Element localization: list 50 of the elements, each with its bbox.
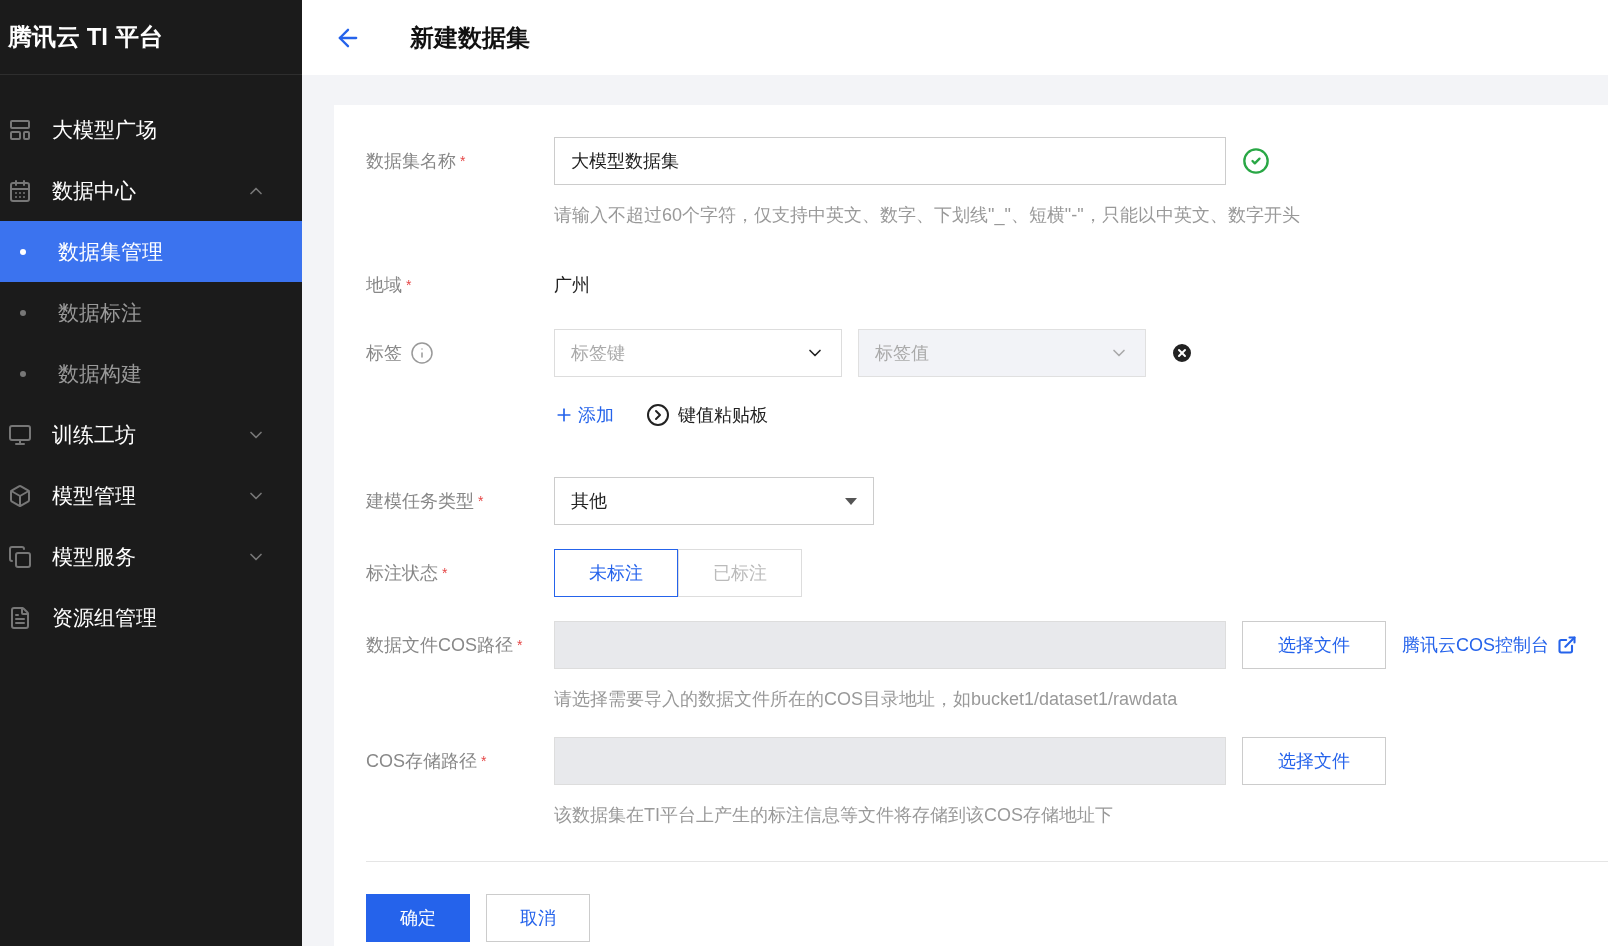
document-icon [8,605,32,630]
remove-icon[interactable] [1170,341,1194,365]
confirm-button[interactable]: 确定 [366,894,470,942]
page-title: 新建数据集 [410,22,530,53]
nav-subitem[interactable]: 数据标注 [0,282,302,343]
hint-text: 请选择需要导入的数据文件所在的COS目录地址，如bucket1/dataset1/rawdata [554,688,1179,711]
field-label: 数据集名称 [366,150,456,173]
info-icon[interactable] [410,341,434,365]
chevron-circle-icon [646,403,670,427]
nav-subitem[interactable]: 数据构建 [0,343,302,404]
clipboard-button[interactable]: 键值粘贴板 [646,401,768,429]
field-label: 建模任务类型 [366,490,474,513]
field-label: 地域 [366,274,402,297]
monitor-icon [8,422,32,447]
copy-icon [8,544,32,569]
required-mark: * [406,276,412,295]
name-input[interactable]: 大模型数据集 [554,137,1226,185]
calendar-icon [8,178,32,203]
external-link-icon [1557,635,1577,655]
field-label: 标注状态 [366,562,438,585]
status-toggle[interactable]: 未标注 [554,549,678,597]
region-value: 广州 [554,274,590,297]
layout-icon [8,117,32,142]
path-input[interactable] [554,621,1226,669]
path-input[interactable] [554,737,1226,785]
hint-text: 请输入不超过60个字符，仅支持中英文、数字、下划线"_"、短横"-"，只能以中英文、数字开头 [554,204,1300,228]
cube-icon [8,483,32,508]
nav-item[interactable]: 数据中心 [0,160,302,221]
cos-console-link[interactable]: 腾讯云COS控制台 [1402,631,1577,659]
required-mark: * [517,636,523,655]
nav-subitem[interactable]: 数据集管理 [0,221,302,282]
field-label: COS存储路径 [366,750,477,773]
nav-item[interactable]: 资源组管理 [0,587,302,648]
field-label: 数据文件COS路径 [366,634,513,657]
cancel-button[interactable]: 取消 [486,894,590,942]
choose-file-button[interactable]: 选择文件 [1242,621,1386,669]
nav-item[interactable]: 模型管理 [0,465,302,526]
nav-item[interactable]: 模型服务 [0,526,302,587]
nav-item[interactable]: 大模型广场 [0,99,302,160]
app-title: 腾讯云 TI 平台 [8,22,163,52]
nav-item[interactable]: 训练工坊 [0,404,302,465]
task-type-select[interactable]: 其他 [554,477,874,525]
required-mark: * [481,752,487,771]
choose-file-button[interactable]: 选择文件 [1242,737,1386,785]
field-label: 标签 [366,342,402,365]
hint-text: 该数据集在TI平台上产生的标注信息等文件将存储到该COS存储地址下 [554,804,1114,827]
add-tag-button[interactable]: 添加 [554,401,614,429]
required-mark: * [460,152,466,171]
required-mark: * [442,564,448,583]
required-mark: * [478,492,484,511]
